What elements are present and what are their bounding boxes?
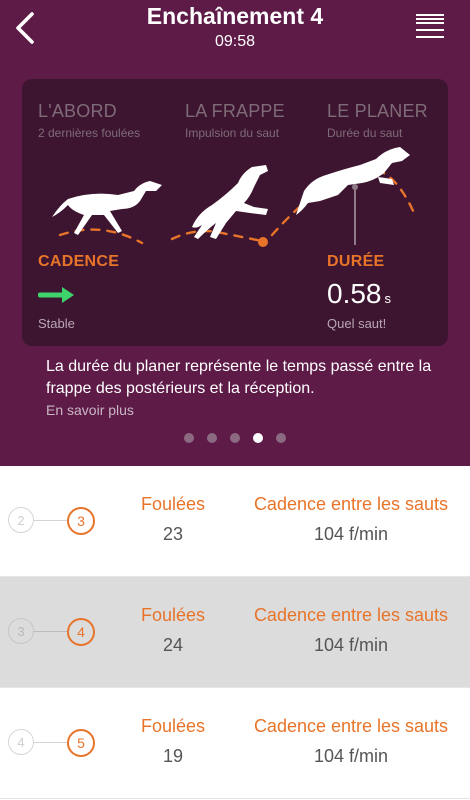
duree-unit: s [384,291,392,306]
phase-planer: LE PLANER Durée du saut [327,101,428,140]
cadence-header: Cadence entre les sauts [253,605,449,625]
sequence-row[interactable]: 2 3 Foulées 23 Cadence entre les sauts 1… [0,466,470,577]
phase-description: La durée du planer représente le temps p… [46,358,432,397]
foulees-label: Foulées [140,716,206,736]
page-dot-4-active[interactable] [253,433,263,443]
foulees-value: 19 [162,746,184,766]
cadence-header: Cadence entre les sauts [253,716,449,736]
cadence-header: Cadence entre les sauts [253,494,449,514]
page-dot-2[interactable] [207,433,217,443]
foulees-value: 24 [162,635,184,655]
phase-abord-subtitle: 2 dernières foulées [38,126,141,140]
menu-icon[interactable] [412,12,448,42]
phase-abord: L'ABORD 2 dernières foulées [38,101,140,140]
phase-planer-subtitle: Durée du saut [327,126,403,140]
jump-number-badge: 4 [67,618,95,646]
phase-frappe-title: LA FRAPPE [185,101,285,121]
jump-connector [34,631,67,632]
jump-connector [34,742,67,743]
jump-connector [34,520,67,521]
sequence-row[interactable]: 3 4 Foulées 24 Cadence entre les sauts 1… [0,577,470,688]
horse-jump-illustration [52,147,416,247]
cadence-status: Stable [38,316,75,331]
page-dot-1[interactable] [184,433,194,443]
cadence-label: CADENCE [38,253,120,270]
phase-frappe: LA FRAPPE Impulsion du saut [185,101,285,140]
duree-comment: Quel saut! [327,316,387,331]
previous-jump-number: 4 [8,729,34,755]
previous-jump-number: 3 [8,618,34,644]
horse-galloping-icon [52,181,162,235]
cadence-value: 104 f/min [313,524,389,544]
phase-frappe-subtitle: Impulsion du saut [185,126,280,140]
cadence-value: 104 f/min [313,635,389,655]
horse-takeoff-icon [192,165,268,239]
foulees-label: Foulées [140,494,206,514]
learn-more-link[interactable]: En savoir plus [46,402,134,418]
phase-abord-title: L'ABORD [38,101,117,121]
duree-value: 0.58 s [327,278,391,310]
page-indicator[interactable] [0,433,470,443]
duree-label: DURÉE [327,253,385,270]
jump-analysis-card[interactable]: L'ABORD 2 dernières foulées LA FRAPPE Im… [22,79,448,346]
elapsed-time: 09:58 [214,33,256,50]
page-dot-5[interactable] [276,433,286,443]
page-dot-3[interactable] [230,433,240,443]
foulees-label: Foulées [140,605,206,625]
jump-number-badge: 5 [67,729,95,757]
jump-sequence-list: 2 3 Foulées 23 Cadence entre les sauts 1… [0,466,470,799]
takeoff-marker [258,237,268,247]
previous-jump-number: 2 [8,507,34,533]
duree-number: 0.58 [327,278,382,309]
jump-number-badge: 3 [67,507,95,535]
sequence-row[interactable]: 4 5 Foulées 19 Cadence entre les sauts 1… [0,688,470,799]
page-title: Enchaînement 4 [146,3,324,29]
phase-planer-title: LE PLANER [327,101,428,121]
cadence-value: 104 f/min [313,746,389,766]
stable-arrow-icon [38,287,74,303]
detail-header-panel: Enchaînement 4 09:58 L'ABORD 2 dernières… [0,0,470,466]
foulees-value: 23 [162,524,184,544]
